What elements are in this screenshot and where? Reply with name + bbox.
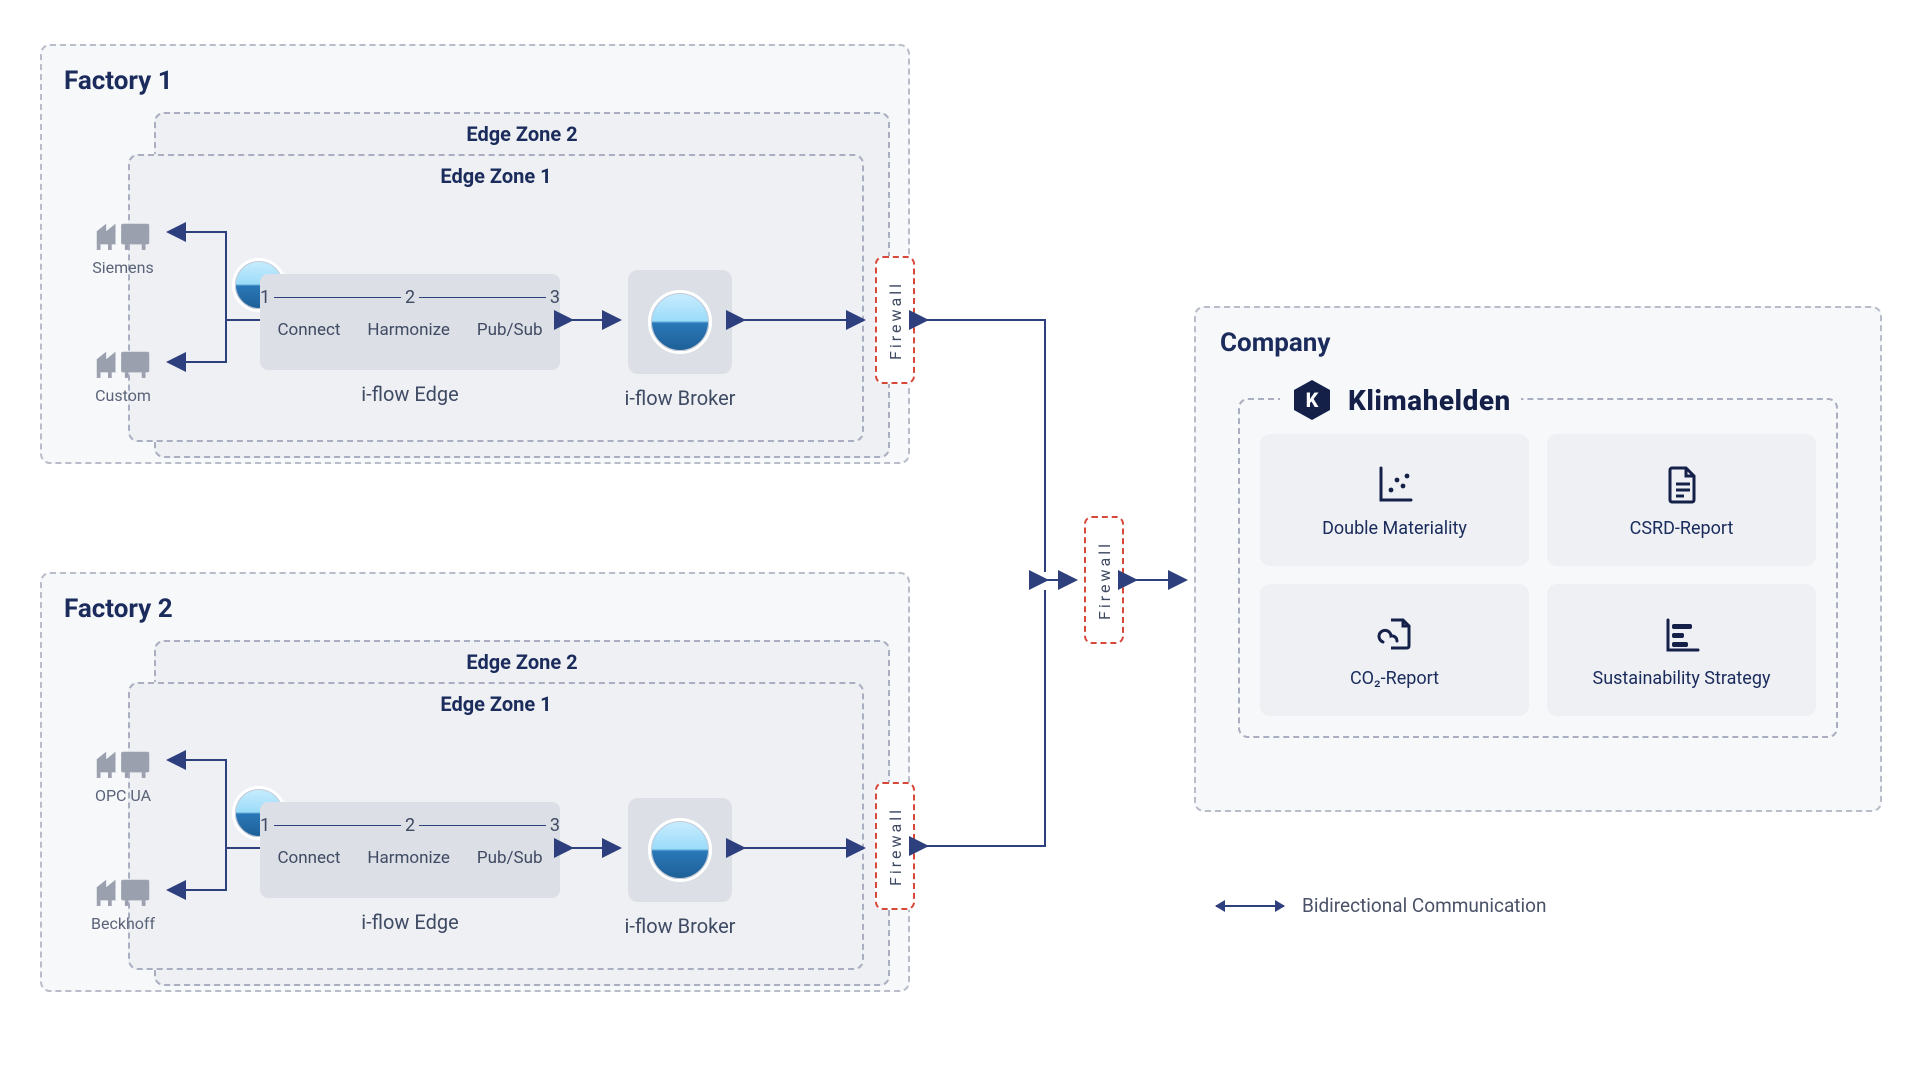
edge-step-label: Pub/Sub [477, 320, 543, 340]
card-label: CO₂-Report [1350, 668, 1439, 689]
factory-2-title: Factory 2 [64, 594, 886, 624]
firewall-f1: Firewall [875, 256, 915, 384]
firewall-center: Firewall [1084, 516, 1124, 644]
card-double-materiality: Double Materiality [1260, 434, 1529, 566]
edge-step-num: 3 [550, 287, 560, 308]
edge-zone-2-title-f2: Edge Zone 2 [156, 642, 888, 674]
factory-machine-icon [93, 342, 153, 382]
factory-machine-icon [93, 870, 153, 910]
edge-zone-2-title-f1: Edge Zone 2 [156, 114, 888, 146]
edge-step-num: 1 [260, 287, 270, 308]
svg-text:K: K [1306, 388, 1319, 412]
edge-step-num: 2 [405, 815, 415, 836]
machine-custom: Custom [78, 342, 168, 405]
machine-label: Custom [78, 386, 168, 405]
edge-step-label: Harmonize [367, 320, 450, 340]
bars-list-icon [1660, 612, 1704, 656]
cloud-document-icon [1373, 612, 1417, 656]
firewall-f2: Firewall [875, 782, 915, 910]
factory-1-title: Factory 1 [64, 66, 886, 96]
factory-1-panel: Factory 1 Edge Zone 2 Edge Zone 1 Siemen… [40, 44, 910, 464]
edge-zone-1-title-f1: Edge Zone 1 [130, 156, 862, 188]
iflow-broker-badge [648, 818, 712, 882]
edge-step-num: 1 [260, 815, 270, 836]
machine-label: Beckhoff [78, 914, 168, 933]
card-label: CSRD-Report [1630, 518, 1734, 539]
factory-machine-icon [93, 214, 153, 254]
iflow-edge-box-f1: 1 2 3 Connect Harmonize Pub/Sub i-flow E… [260, 274, 560, 370]
edge-steps: 1 2 3 [260, 274, 560, 320]
firewall-label: Firewall [886, 807, 905, 886]
edge-step-num: 2 [405, 287, 415, 308]
iflow-broker-box-f1: i-flow Broker [628, 270, 732, 374]
card-co2-report: CO₂-Report [1260, 584, 1529, 716]
iflow-edge-box-f2: 1 2 3 Connect Harmonize Pub/Sub i-flow E… [260, 802, 560, 898]
bidirectional-arrow-icon [1216, 905, 1284, 907]
machine-siemens: Siemens [78, 214, 168, 277]
machine-opcua: OPC UA [78, 742, 168, 805]
edge-step-label: Connect [277, 320, 340, 340]
klimahelden-brand: Klimahelden [1348, 384, 1511, 417]
edge-step-label: Pub/Sub [477, 848, 543, 868]
iflow-broker-badge [648, 290, 712, 354]
card-sustainability-strategy: Sustainability Strategy [1547, 584, 1816, 716]
edge-steps: 1 2 3 [260, 802, 560, 848]
factory-machine-icon [93, 742, 153, 782]
iflow-edge-caption: i-flow Edge [260, 910, 560, 934]
edge-step-labels: Connect Harmonize Pub/Sub [260, 848, 560, 876]
company-panel: Company K Klimahelden Double Materiality [1194, 306, 1882, 812]
card-label: Double Materiality [1322, 518, 1467, 539]
klimahelden-logo-icon: K [1290, 378, 1334, 422]
iflow-broker-box-f2: i-flow Broker [628, 798, 732, 902]
edge-step-label: Connect [277, 848, 340, 868]
scatter-chart-icon [1373, 462, 1417, 506]
klimahelden-group: K Klimahelden Double Materiality [1238, 398, 1838, 738]
edge-step-labels: Connect Harmonize Pub/Sub [260, 320, 560, 348]
document-lines-icon [1660, 462, 1704, 506]
iflow-edge-caption: i-flow Edge [260, 382, 560, 406]
firewall-label: Firewall [886, 281, 905, 360]
machine-label: Siemens [78, 258, 168, 277]
factory-2-panel: Factory 2 Edge Zone 2 Edge Zone 1 OPC UA… [40, 572, 910, 992]
iflow-broker-caption: i-flow Broker [608, 914, 752, 938]
card-csrd-report: CSRD-Report [1547, 434, 1816, 566]
legend-label: Bidirectional Communication [1302, 894, 1546, 917]
edge-step-num: 3 [550, 815, 560, 836]
firewall-label: Firewall [1095, 541, 1114, 620]
iflow-broker-caption: i-flow Broker [608, 386, 752, 410]
card-label: Sustainability Strategy [1593, 668, 1771, 689]
edge-step-label: Harmonize [367, 848, 450, 868]
edge-zone-1-title-f2: Edge Zone 1 [130, 684, 862, 716]
legend-bidirectional: Bidirectional Communication [1216, 894, 1546, 917]
company-title: Company [1220, 328, 1856, 358]
machine-beckhoff: Beckhoff [78, 870, 168, 933]
machine-label: OPC UA [78, 786, 168, 805]
